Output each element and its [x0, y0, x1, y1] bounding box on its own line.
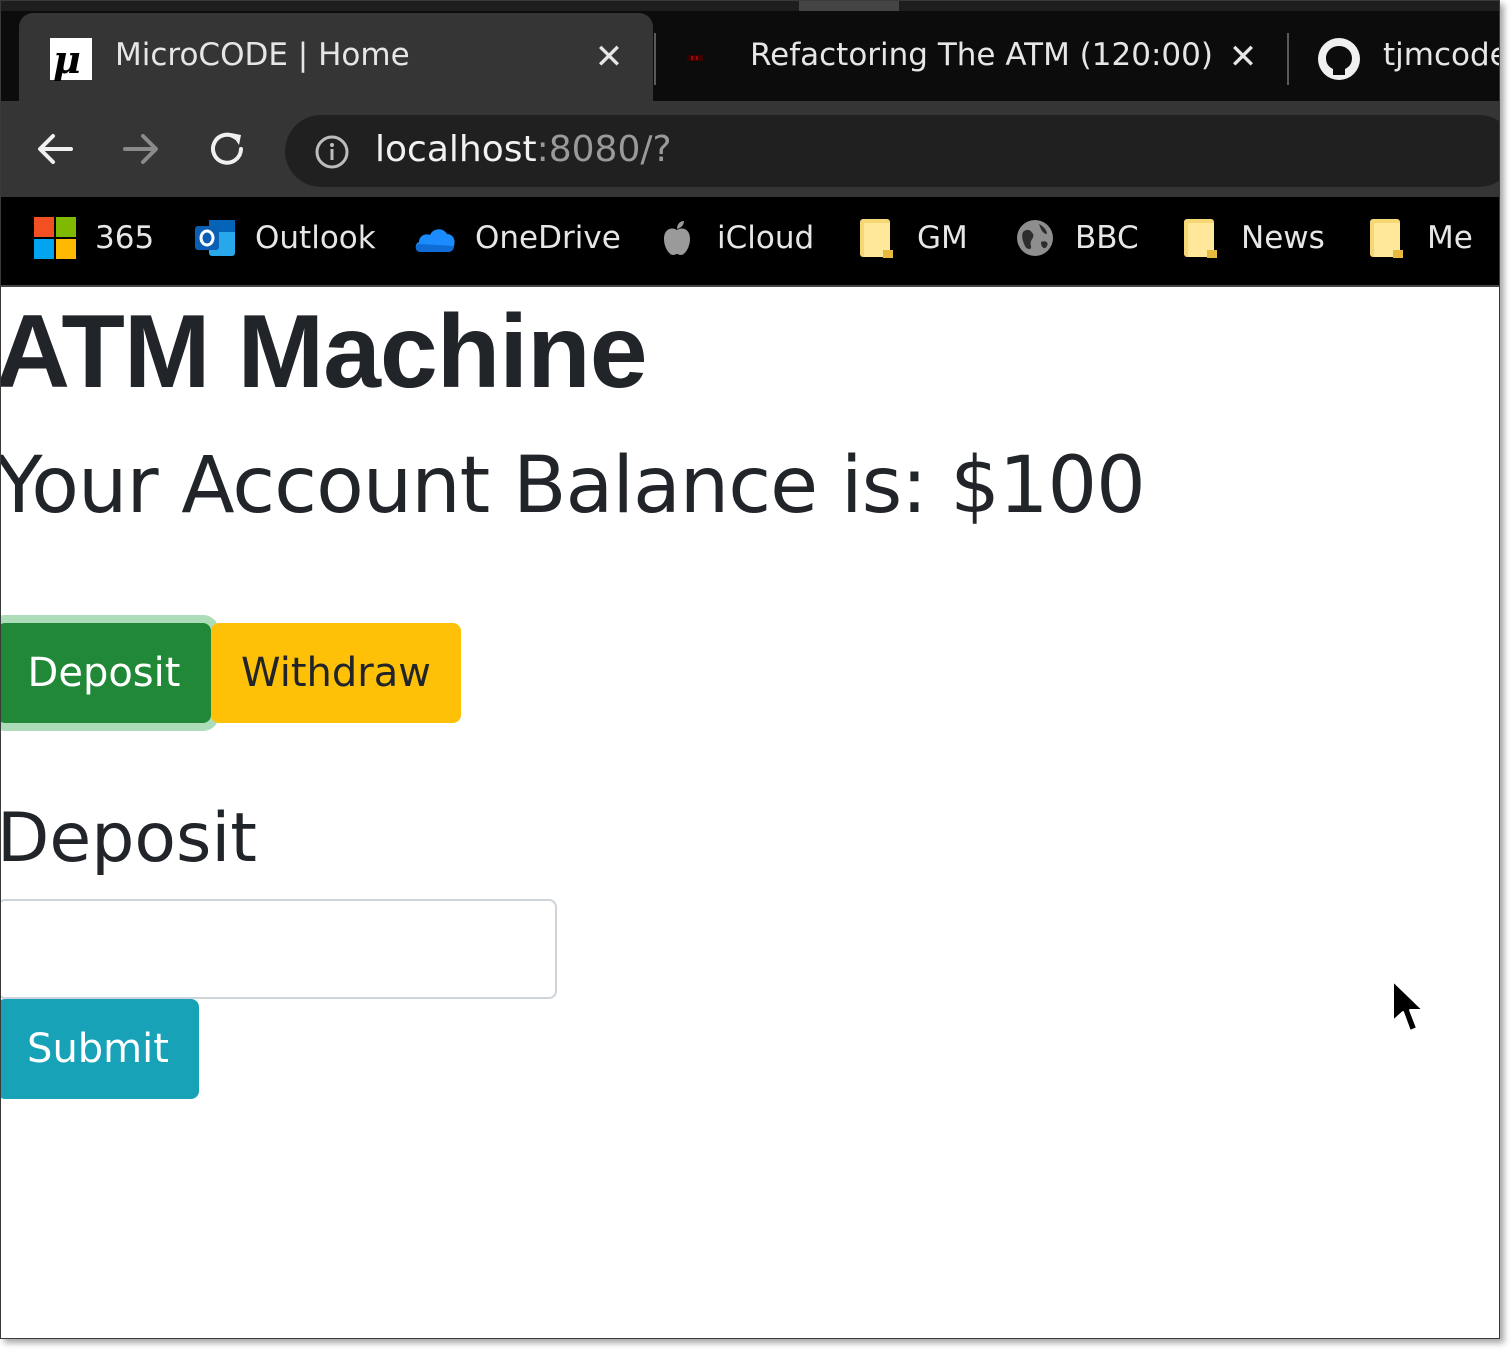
globe-icon: [1017, 220, 1053, 256]
tab-title: Refactoring The ATM (120:00): [750, 37, 1213, 73]
bookmark-label: News: [1241, 220, 1325, 256]
address-bar[interactable]: localhost:8080/?: [285, 115, 1499, 187]
tab-refactoring-atm[interactable]: Refactoring The ATM (120:00) ✕: [657, 13, 1287, 101]
site-info-icon[interactable]: [315, 135, 349, 169]
bookmark-365[interactable]: 365: [33, 213, 154, 263]
folder-icon: [860, 219, 893, 258]
tab-strip: μ MicroCODE | Home ✕ Refactoring The ATM…: [1, 1, 1499, 101]
bookmark-label: 365: [95, 220, 155, 256]
tab-separator: [1287, 33, 1289, 85]
tab-microcode-home[interactable]: μ MicroCODE | Home ✕: [19, 13, 653, 101]
close-tab-icon[interactable]: ✕: [1225, 39, 1261, 75]
page-title: ATM Machine: [0, 294, 648, 410]
folder-icon: [1184, 219, 1217, 258]
forward-arrow-icon[interactable]: [117, 125, 165, 173]
deposit-button[interactable]: Deposit: [1, 623, 211, 723]
timer-icon: [687, 55, 703, 61]
account-balance: Your Account Balance is: $100: [0, 441, 1146, 531]
folder-icon: [1370, 219, 1403, 258]
deposit-form-title: Deposit: [0, 799, 257, 878]
back-arrow-icon[interactable]: [31, 125, 79, 173]
bookmark-news[interactable]: News: [1179, 213, 1325, 263]
outlook-icon: [195, 220, 235, 256]
bookmark-label: GM: [917, 220, 968, 256]
bookmark-label: OneDrive: [475, 220, 621, 256]
microcode-mu-icon: μ: [50, 37, 92, 81]
url-host: localhost: [375, 129, 537, 170]
github-icon: [1318, 38, 1360, 80]
submit-button[interactable]: Submit: [1, 999, 199, 1099]
bookmarks-bar: 365 Outlook OneDrive iCloud GM BBC News …: [1, 197, 1499, 287]
bookmark-outlook[interactable]: Outlook: [193, 213, 376, 263]
tab-title: tjmcode,: [1383, 37, 1499, 73]
url-path: :8080/?: [536, 129, 672, 170]
svg-text:μ: μ: [53, 37, 81, 81]
url-text[interactable]: localhost:8080/?: [375, 129, 672, 170]
tab-strip-indicator: [799, 1, 899, 11]
bookmark-me[interactable]: Me: [1365, 213, 1473, 263]
page-content: ATM Machine Your Account Balance is: $10…: [0, 287, 1499, 1338]
bookmark-label: BBC: [1075, 220, 1139, 256]
browser-window: μ MicroCODE | Home ✕ Refactoring The ATM…: [0, 0, 1500, 1339]
close-tab-icon[interactable]: ✕: [591, 39, 627, 75]
browser-toolbar: localhost:8080/?: [1, 101, 1499, 197]
tab-github[interactable]: tjmcode,: [1291, 13, 1499, 101]
amount-input[interactable]: [1, 899, 557, 999]
onedrive-cloud-icon: [415, 229, 455, 252]
microsoft-365-icon: [34, 217, 76, 259]
bookmark-onedrive[interactable]: OneDrive: [413, 213, 621, 263]
withdraw-button[interactable]: Withdraw: [211, 623, 461, 723]
mouse-pointer-icon: [1392, 980, 1424, 1032]
bookmark-label: Outlook: [255, 220, 376, 256]
apple-icon: [664, 221, 690, 255]
tab-separator: [654, 33, 656, 85]
bookmark-bbc[interactable]: BBC: [1013, 213, 1139, 263]
tab-title: MicroCODE | Home: [115, 37, 410, 73]
tab-strip-top: [1, 1, 1499, 11]
reload-icon[interactable]: [203, 125, 251, 173]
bookmark-gm[interactable]: GM: [855, 213, 968, 263]
bookmark-label: iCloud: [717, 220, 815, 256]
bookmark-icloud[interactable]: iCloud: [655, 213, 814, 263]
bookmark-label: Me: [1427, 220, 1473, 256]
